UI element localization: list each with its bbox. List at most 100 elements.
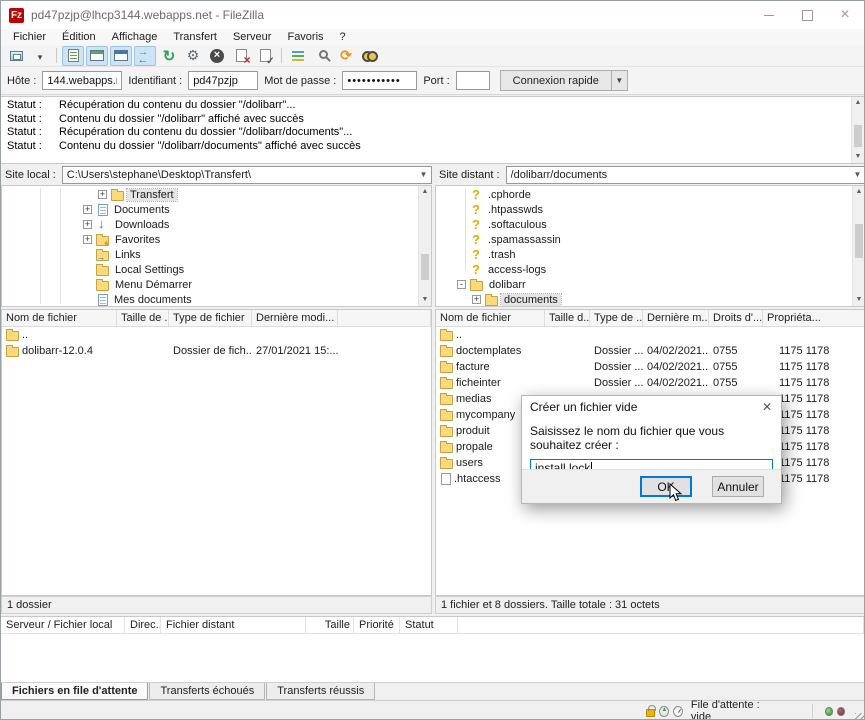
- tree-item-label[interactable]: .htpasswds: [485, 204, 546, 216]
- queue-column-header[interactable]: Fichier distant: [161, 617, 306, 633]
- scroll-up-icon[interactable]: ▲: [419, 186, 431, 198]
- tree-item-label[interactable]: Links: [112, 249, 144, 261]
- tree-item-label[interactable]: Downloads: [112, 219, 172, 231]
- tree-item[interactable]: .cphorde: [436, 187, 865, 202]
- menu-item[interactable]: Édition: [54, 31, 104, 43]
- tree-item-label[interactable]: Documents: [111, 204, 173, 216]
- refresh-icon[interactable]: [158, 46, 180, 66]
- tree-item-label[interactable]: Local Settings: [112, 264, 187, 276]
- queue-column-header[interactable]: [458, 617, 864, 633]
- column-header[interactable]: Dernière modi...: [252, 310, 338, 326]
- tree-item-label[interactable]: dolibarr: [486, 279, 529, 291]
- chevron-down-icon[interactable]: ▼: [850, 170, 865, 179]
- tree-item[interactable]: + documents: [436, 292, 865, 307]
- tree-item-label[interactable]: .softaculous: [485, 219, 550, 231]
- column-header[interactable]: Type de ...: [590, 310, 643, 326]
- speed-limits-icon[interactable]: [659, 706, 669, 717]
- queue-column-header[interactable]: Priorité: [354, 617, 400, 633]
- queue-column-header[interactable]: Statut: [400, 617, 458, 633]
- tree-item[interactable]: + Documents: [2, 202, 431, 217]
- queue-column-header[interactable]: Serveur / Fichier local: [1, 617, 125, 633]
- queue-column-header[interactable]: Taille: [306, 617, 354, 633]
- file-row[interactable]: ..: [2, 327, 431, 343]
- queue-tab[interactable]: Transferts échoués: [149, 683, 265, 700]
- site-manager-icon[interactable]: [5, 46, 27, 66]
- column-header[interactable]: Nom de fichier: [436, 310, 545, 326]
- resize-grip[interactable]: [855, 713, 864, 720]
- password-input[interactable]: [342, 71, 417, 90]
- tree-item-label[interactable]: documents: [501, 294, 561, 306]
- tree-expander-icon[interactable]: +: [98, 190, 107, 199]
- toolbar-button[interactable]: [56, 48, 57, 63]
- disconnect-icon[interactable]: [230, 46, 252, 66]
- chevron-down-icon[interactable]: ▼: [416, 170, 431, 179]
- file-row[interactable]: ficheinter Dossier ... 04/02/2021... 075…: [436, 375, 865, 391]
- scrollbar-thumb[interactable]: [421, 254, 429, 280]
- gauge-icon[interactable]: [673, 706, 683, 717]
- port-input[interactable]: [456, 71, 490, 90]
- cancel-button[interactable]: Annuler: [712, 476, 764, 497]
- filter-icon[interactable]: [287, 46, 309, 66]
- menu-item[interactable]: Affichage: [104, 31, 166, 43]
- compare-icon[interactable]: [311, 46, 333, 66]
- local-path-combobox[interactable]: C:\Users\stephane\Desktop\Transfert\ ▼: [62, 166, 432, 184]
- tree-item[interactable]: Mes documents: [2, 292, 431, 307]
- tree-item-label[interactable]: .cphorde: [485, 189, 534, 201]
- menu-item[interactable]: ?: [332, 31, 354, 43]
- tree-item[interactable]: + Transfert: [2, 187, 431, 202]
- tree-expander-icon[interactable]: +: [83, 235, 92, 244]
- tree-expander-icon[interactable]: +: [83, 205, 92, 214]
- file-row[interactable]: doctemplates Dossier ... 04/02/2021... 0…: [436, 343, 865, 359]
- file-row[interactable]: dolibarr-12.0.4 Dossier de fich... 27/01…: [2, 343, 431, 359]
- tree-item-label[interactable]: Menu Démarrer: [112, 279, 195, 291]
- toolbar-button[interactable]: [281, 48, 282, 63]
- menu-item[interactable]: Fichier: [5, 31, 54, 43]
- tree-item[interactable]: .htpasswds: [436, 202, 865, 217]
- dialog-close-icon[interactable]: ✕: [753, 400, 781, 414]
- scroll-down-icon[interactable]: ▼: [419, 294, 431, 306]
- remote-path-combobox[interactable]: /dolibarr/documents ▼: [506, 166, 865, 184]
- ok-button[interactable]: OK: [640, 476, 692, 497]
- host-input[interactable]: [42, 71, 122, 90]
- file-row[interactable]: ..: [436, 327, 865, 343]
- tree-expander-icon[interactable]: -: [457, 280, 466, 289]
- close-button[interactable]: [826, 1, 864, 29]
- quickconnect-dropdown-icon[interactable]: ▼: [612, 70, 628, 91]
- queue-column-header[interactable]: Direc...: [125, 617, 161, 633]
- menu-item[interactable]: Serveur: [225, 31, 280, 43]
- quickconnect-button[interactable]: Connexion rapide: [500, 70, 612, 91]
- tree-item-label[interactable]: Transfert: [127, 189, 177, 201]
- column-header[interactable]: [338, 310, 431, 326]
- tree-expander-icon[interactable]: +: [83, 220, 92, 229]
- reconnect-icon[interactable]: [254, 46, 276, 66]
- queue-tab[interactable]: Fichiers en file d'attente: [1, 683, 148, 700]
- tree-item[interactable]: Menu Démarrer: [2, 277, 431, 292]
- scroll-down-icon[interactable]: ▼: [852, 151, 864, 163]
- tree-item-label[interactable]: .trash: [485, 249, 519, 261]
- tree-item[interactable]: .softaculous: [436, 217, 865, 232]
- tree-item-label[interactable]: access-logs: [485, 264, 549, 276]
- log-scrollbar[interactable]: ▲ ▼: [851, 97, 864, 163]
- column-header[interactable]: Taille d...: [545, 310, 590, 326]
- column-header[interactable]: Nom de fichier: [2, 310, 117, 326]
- scrollbar-thumb[interactable]: [854, 125, 862, 147]
- column-header[interactable]: Propriéta...: [763, 310, 865, 326]
- tree-item[interactable]: Links: [2, 247, 431, 262]
- process-queue-icon[interactable]: [182, 46, 204, 66]
- scroll-up-icon[interactable]: ▲: [852, 97, 864, 109]
- tree-item[interactable]: - dolibarr: [436, 277, 865, 292]
- dropdown-icon[interactable]: [29, 46, 51, 66]
- tree-item[interactable]: + Downloads: [2, 217, 431, 232]
- toggle-queue-icon[interactable]: [134, 46, 156, 66]
- remote-tree-scrollbar[interactable]: ▲ ▼: [852, 186, 865, 306]
- scroll-up-icon[interactable]: ▲: [853, 186, 865, 198]
- toggle-remote-tree-icon[interactable]: [110, 46, 132, 66]
- local-tree-scrollbar[interactable]: ▲ ▼: [418, 186, 431, 306]
- tree-item-label[interactable]: Mes documents: [111, 294, 195, 306]
- scrollbar-thumb[interactable]: [855, 224, 863, 258]
- file-row[interactable]: facture Dossier ... 04/02/2021... 0755 1…: [436, 359, 865, 375]
- tree-item[interactable]: .trash: [436, 247, 865, 262]
- tree-item-label[interactable]: Favorites: [112, 234, 163, 246]
- menu-item[interactable]: Transfert: [165, 31, 225, 43]
- column-header[interactable]: Type de fichier: [169, 310, 252, 326]
